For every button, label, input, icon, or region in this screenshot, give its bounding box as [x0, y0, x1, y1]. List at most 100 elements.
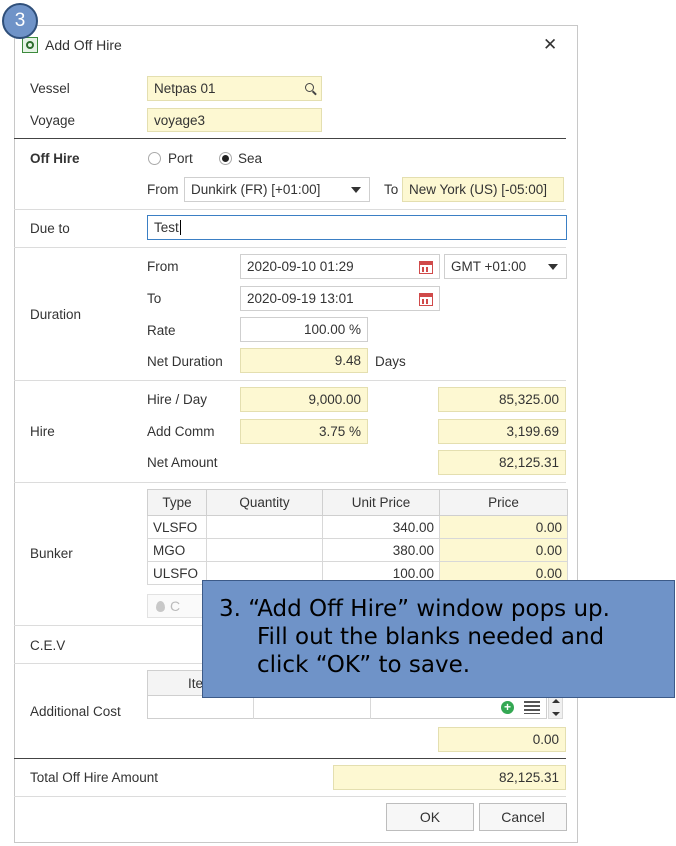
dialog-title: Add Off Hire: [45, 37, 122, 53]
additional-cost-total-field: 0.00: [438, 727, 566, 752]
col-divider: [253, 695, 254, 719]
bunker-price: 0.00: [439, 538, 568, 562]
net-amount-value: 82,125.31: [498, 455, 559, 470]
duration-to-label: To: [147, 291, 162, 306]
bunker-price: 0.00: [439, 515, 568, 539]
rate-value: 100.00 %: [303, 322, 361, 337]
col-type[interactable]: Type: [147, 489, 207, 516]
port-radio[interactable]: [148, 152, 161, 165]
voyage-field[interactable]: voyage3: [147, 108, 322, 132]
instruction-callout: 3. “Add Off Hire” window pops up. Fill o…: [202, 580, 675, 698]
bunker-calc-label: C: [170, 598, 181, 614]
due-to-label: Due to: [30, 221, 70, 236]
sea-radio-label[interactable]: Sea: [238, 151, 262, 166]
vessel-value: Netpas 01: [154, 81, 216, 96]
ok-button[interactable]: OK: [386, 803, 474, 831]
bunker-table: Type Quantity Unit Price Price VLSFO 340…: [147, 489, 568, 585]
sea-radio[interactable]: [219, 152, 232, 165]
divider: [14, 380, 566, 381]
hire-per-day-field[interactable]: 9,000.00: [240, 387, 368, 412]
voyage-label: Voyage: [30, 113, 76, 128]
net-duration-unit: Days: [375, 354, 406, 369]
col-price[interactable]: Price: [439, 489, 568, 516]
cev-label: C.E.V: [30, 638, 66, 653]
table-row[interactable]: MGO 380.00 0.00: [147, 538, 568, 562]
col-item[interactable]: Ite: [188, 676, 203, 691]
bunker-type: ULSFO: [147, 561, 207, 585]
timezone-value: GMT +01:00: [451, 259, 527, 274]
col-divider: [370, 695, 371, 719]
off-hire-label: Off Hire: [30, 151, 80, 166]
bunker-unit-price[interactable]: 380.00: [322, 538, 440, 562]
col-unit-price[interactable]: Unit Price: [322, 489, 440, 516]
bunker-quantity[interactable]: [206, 538, 323, 562]
chevron-down-icon: [351, 186, 361, 193]
calendar-icon[interactable]: [419, 261, 433, 274]
from-port-select[interactable]: Dunkirk (FR) [+01:00]: [184, 177, 370, 202]
timezone-select[interactable]: GMT +01:00: [444, 254, 567, 279]
col-quantity[interactable]: Quantity: [206, 489, 323, 516]
due-to-input[interactable]: Test: [147, 215, 567, 240]
to-port-value: New York (US) [-05:00]: [409, 182, 548, 197]
from-port-label: From: [147, 182, 179, 197]
callout-line-3: click “OK” to save.: [257, 652, 471, 678]
section-divider: [14, 138, 566, 139]
net-amount-field: 82,125.31: [438, 450, 566, 475]
bunker-unit-price[interactable]: 340.00: [322, 515, 440, 539]
net-duration-field: 9.48: [240, 348, 368, 373]
add-comm-total-value: 3,199.69: [506, 424, 559, 439]
net-amount-label: Net Amount: [147, 455, 218, 470]
hire-total-value: 85,325.00: [498, 392, 559, 407]
add-row-icon[interactable]: +: [501, 701, 514, 714]
cancel-button[interactable]: Cancel: [479, 803, 567, 831]
hire-total-field: 85,325.00: [438, 387, 566, 412]
bunker-label: Bunker: [30, 546, 73, 561]
port-radio-label[interactable]: Port: [168, 151, 193, 166]
hire-per-day-value: 9,000.00: [308, 392, 361, 407]
rate-label: Rate: [147, 323, 176, 338]
bunker-calc-button[interactable]: C: [147, 594, 207, 618]
duration-to-value: 2020-09-19 13:01: [247, 291, 354, 306]
to-port-field[interactable]: New York (US) [-05:00]: [402, 177, 564, 202]
duration-to-datepicker[interactable]: 2020-09-19 13:01: [240, 286, 440, 311]
divider: [14, 796, 566, 797]
divider: [14, 482, 566, 483]
add-comm-field[interactable]: 3.75 %: [240, 419, 368, 444]
scroll-up-icon[interactable]: [552, 699, 560, 703]
table-row[interactable]: VLSFO 340.00 0.00: [147, 515, 568, 539]
duration-from-label: From: [147, 259, 179, 274]
row-menu-icon[interactable]: [524, 701, 540, 714]
search-icon-handle: [312, 90, 317, 96]
duration-label: Duration: [30, 307, 82, 322]
calendar-icon[interactable]: [419, 293, 433, 306]
step-badge: 3: [2, 3, 38, 39]
add-comm-label: Add Comm: [147, 424, 215, 439]
additional-cost-label: Additional Cost: [30, 704, 121, 719]
rate-input[interactable]: 100.00 %: [240, 317, 368, 342]
vessel-label: Vessel: [30, 81, 70, 96]
app-icon: [22, 37, 38, 53]
additional-cost-total-value: 0.00: [532, 732, 559, 747]
divider: [14, 209, 566, 210]
duration-from-value: 2020-09-10 01:29: [247, 259, 354, 274]
chevron-down-icon: [548, 263, 558, 270]
scroll-down-icon[interactable]: [552, 712, 560, 716]
bunker-table-header: Type Quantity Unit Price Price: [147, 489, 568, 516]
net-duration-value: 9.48: [334, 353, 361, 368]
callout-line-1: 3. “Add Off Hire” window pops up.: [219, 596, 610, 622]
vessel-field[interactable]: Netpas 01: [147, 76, 322, 101]
hire-label: Hire: [30, 424, 55, 439]
close-icon[interactable]: ✕: [543, 35, 557, 55]
drop-icon: [156, 601, 165, 612]
to-port-label: To: [384, 182, 399, 197]
bunker-quantity[interactable]: [206, 515, 323, 539]
scrollbar[interactable]: [548, 696, 563, 719]
bunker-type: MGO: [147, 538, 207, 562]
hire-per-day-label: Hire / Day: [147, 392, 208, 407]
total-off-hire-value: 82,125.31: [498, 770, 559, 785]
voyage-value: voyage3: [154, 112, 206, 128]
duration-from-datepicker[interactable]: 2020-09-10 01:29: [240, 254, 440, 279]
callout-line-2: Fill out the blanks needed and: [257, 624, 605, 650]
from-port-value: Dunkirk (FR) [+01:00]: [191, 182, 321, 197]
total-off-hire-field: 82,125.31: [333, 765, 566, 790]
